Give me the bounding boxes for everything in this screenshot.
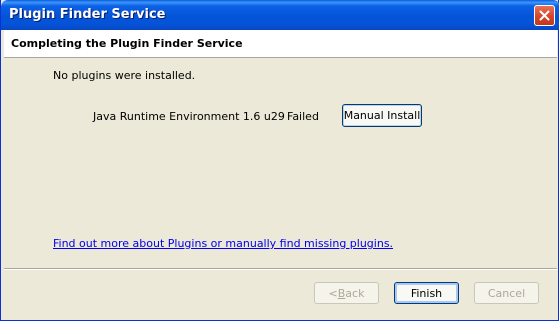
footer-divider (4, 268, 557, 270)
find-plugins-link[interactable]: Find out more about Plugins or manually … (53, 237, 393, 250)
finish-button[interactable]: Finish (394, 282, 459, 304)
back-button[interactable]: < Back (314, 282, 379, 304)
page-title: Completing the Plugin Finder Service (11, 37, 243, 50)
close-button[interactable] (534, 5, 555, 26)
title-bar[interactable]: Plugin Finder Service (1, 0, 559, 30)
manual-install-button[interactable]: Manual Install (342, 104, 422, 127)
content-area: No plugins were installed. Java Runtime … (4, 58, 557, 268)
window-title: Plugin Finder Service (9, 7, 166, 22)
back-label-suffix: ack (345, 286, 365, 300)
cancel-button[interactable]: Cancel (474, 282, 539, 304)
close-icon (539, 10, 550, 21)
back-label-accelerator: B (337, 286, 346, 300)
header-panel: Completing the Plugin Finder Service (4, 30, 557, 58)
plugin-status: Failed (287, 110, 319, 123)
plugin-name: Java Runtime Environment 1.6 u29 (93, 110, 285, 123)
back-label-prefix: < (328, 286, 338, 300)
status-message: No plugins were installed. (53, 69, 196, 82)
plugin-finder-dialog: Plugin Finder Service Completing the Plu… (0, 0, 559, 321)
